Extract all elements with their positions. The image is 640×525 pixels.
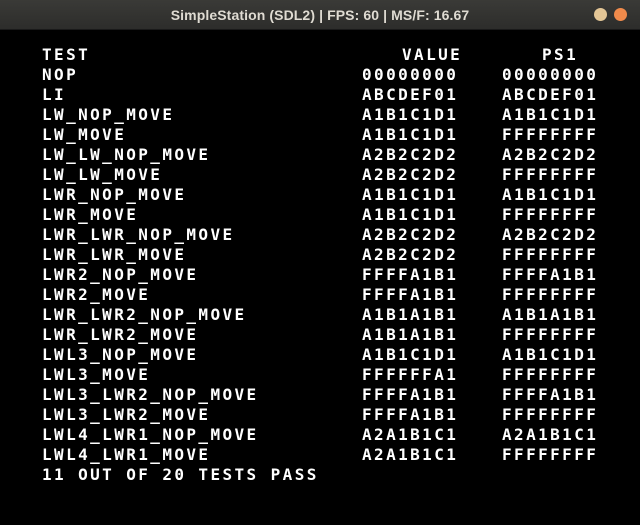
test-name: LWR_LWR2_NOP_MOVE (42, 305, 247, 324)
test-value: A1B1A1B1 (362, 325, 459, 344)
test-value: A1B1C1D1 (362, 205, 459, 224)
table-row: LWR_LWR_MOVE A2B2C2D2 FFFFFFFF (0, 245, 640, 265)
test-ps1: FFFFFFFF (502, 125, 599, 144)
minimize-icon[interactable] (594, 8, 607, 21)
test-name: LWR_LWR2_MOVE (42, 325, 199, 344)
test-value: A1B1C1D1 (362, 345, 459, 364)
table-row: LI ABCDEF01 ABCDEF01 (0, 85, 640, 105)
test-name: LW_MOVE (42, 125, 127, 144)
test-ps1: FFFFFFFF (502, 445, 599, 464)
test-value: A2B2C2D2 (362, 225, 459, 244)
window-title: SimpleStation (SDL2) | FPS: 60 | MS/F: 1… (170, 7, 470, 23)
table-row: LWL3_LWR2_NOP_MOVE FFFFA1B1 FFFFA1B1 (0, 385, 640, 405)
table-row: LWR2_MOVE FFFFA1B1 FFFFFFFF (0, 285, 640, 305)
test-name: LWL3_LWR2_MOVE (42, 405, 211, 424)
test-name: LW_NOP_MOVE (42, 105, 175, 124)
test-value: A2B2C2D2 (362, 165, 459, 184)
test-name: LW_LW_MOVE (42, 165, 163, 184)
test-ps1: A1B1C1D1 (502, 105, 599, 124)
summary-row: 11 OUT OF 20 TESTS PASS (0, 465, 640, 485)
test-value: A1B1C1D1 (362, 105, 459, 124)
test-ps1: FFFFFFFF (502, 365, 599, 384)
test-ps1: FFFFFFFF (502, 205, 599, 224)
header-value: VALUE (402, 45, 463, 64)
table-row: LW_MOVE A1B1C1D1 FFFFFFFF (0, 125, 640, 145)
test-ps1: ABCDEF01 (502, 85, 599, 104)
test-name: NOP (42, 65, 79, 84)
test-name: LW_LW_NOP_MOVE (42, 145, 211, 164)
test-name: LWL3_NOP_MOVE (42, 345, 199, 364)
test-ps1: FFFFFFFF (502, 325, 599, 344)
test-name: LWR_MOVE (42, 205, 139, 224)
table-row: LWR_LWR2_MOVE A1B1A1B1 FFFFFFFF (0, 325, 640, 345)
table-row: LWR_LWR_NOP_MOVE A2B2C2D2 A2B2C2D2 (0, 225, 640, 245)
table-row: LWL3_MOVE FFFFFFA1 FFFFFFFF (0, 365, 640, 385)
window-titlebar[interactable]: SimpleStation (SDL2) | FPS: 60 | MS/F: 1… (0, 0, 640, 30)
table-row: LWR_MOVE A1B1C1D1 FFFFFFFF (0, 205, 640, 225)
test-value: A2B2C2D2 (362, 245, 459, 264)
test-ps1: FFFFFFFF (502, 245, 599, 264)
test-name: LWL4_LWR1_MOVE (42, 445, 211, 464)
test-value: FFFFA1B1 (362, 405, 459, 424)
test-value: A2B2C2D2 (362, 145, 459, 164)
test-ps1: FFFFFFFF (502, 165, 599, 184)
test-name: LWR2_MOVE (42, 285, 151, 304)
close-icon[interactable] (614, 8, 627, 21)
table-row: LWL4_LWR1_MOVE A2A1B1C1 FFFFFFFF (0, 445, 640, 465)
test-name: LWR2_NOP_MOVE (42, 265, 199, 284)
test-name: LWL4_LWR1_NOP_MOVE (42, 425, 259, 444)
test-ps1: FFFFA1B1 (502, 265, 599, 284)
table-row: LWR_LWR2_NOP_MOVE A1B1A1B1 A1B1A1B1 (0, 305, 640, 325)
test-value: A2A1B1C1 (362, 425, 459, 444)
table-row: LW_LW_NOP_MOVE A2B2C2D2 A2B2C2D2 (0, 145, 640, 165)
test-value: A1B1C1D1 (362, 125, 459, 144)
test-name: LWR_NOP_MOVE (42, 185, 187, 204)
test-value: FFFFFFA1 (362, 365, 459, 384)
test-value: FFFFA1B1 (362, 385, 459, 404)
table-row: NOP 00000000 00000000 (0, 65, 640, 85)
test-value: 00000000 (362, 65, 459, 84)
table-row: LWL4_LWR1_NOP_MOVE A2A1B1C1 A2A1B1C1 (0, 425, 640, 445)
test-ps1: FFFFFFFF (502, 405, 599, 424)
test-name: LI (42, 85, 67, 104)
test-ps1: FFFFFFFF (502, 285, 599, 304)
test-value: FFFFA1B1 (362, 285, 459, 304)
summary-text: 11 OUT OF 20 TESTS PASS (42, 465, 319, 484)
test-name: LWL3_MOVE (42, 365, 151, 384)
table-row: LW_NOP_MOVE A1B1C1D1 A1B1C1D1 (0, 105, 640, 125)
test-value: A2A1B1C1 (362, 445, 459, 464)
table-row: LWR_NOP_MOVE A1B1C1D1 A1B1C1D1 (0, 185, 640, 205)
test-name: LWR_LWR_MOVE (42, 245, 187, 264)
test-ps1: A1B1C1D1 (502, 185, 599, 204)
header-row: TEST VALUE PS1 (0, 45, 640, 65)
test-ps1: A1B1A1B1 (502, 305, 599, 324)
table-row: LWL3_NOP_MOVE A1B1C1D1 A1B1C1D1 (0, 345, 640, 365)
test-ps1: FFFFA1B1 (502, 385, 599, 404)
test-ps1: A2B2C2D2 (502, 225, 599, 244)
emulator-screen: TEST VALUE PS1 NOP 00000000 00000000 LI ABCD… (0, 30, 640, 510)
header-test: TEST (42, 45, 91, 64)
test-value: ABCDEF01 (362, 85, 459, 104)
test-value: FFFFA1B1 (362, 265, 459, 284)
header-ps1: PS1 (542, 45, 579, 64)
test-name: LWL3_LWR2_NOP_MOVE (42, 385, 259, 404)
test-ps1: A2A1B1C1 (502, 425, 599, 444)
test-value: A1B1A1B1 (362, 305, 459, 324)
table-row: LWL3_LWR2_MOVE FFFFA1B1 FFFFFFFF (0, 405, 640, 425)
test-value: A1B1C1D1 (362, 185, 459, 204)
test-ps1: 00000000 (502, 65, 599, 84)
table-row: LWR2_NOP_MOVE FFFFA1B1 FFFFA1B1 (0, 265, 640, 285)
table-row: LW_LW_MOVE A2B2C2D2 FFFFFFFF (0, 165, 640, 185)
test-ps1: A1B1C1D1 (502, 345, 599, 364)
test-name: LWR_LWR_NOP_MOVE (42, 225, 235, 244)
test-ps1: A2B2C2D2 (502, 145, 599, 164)
